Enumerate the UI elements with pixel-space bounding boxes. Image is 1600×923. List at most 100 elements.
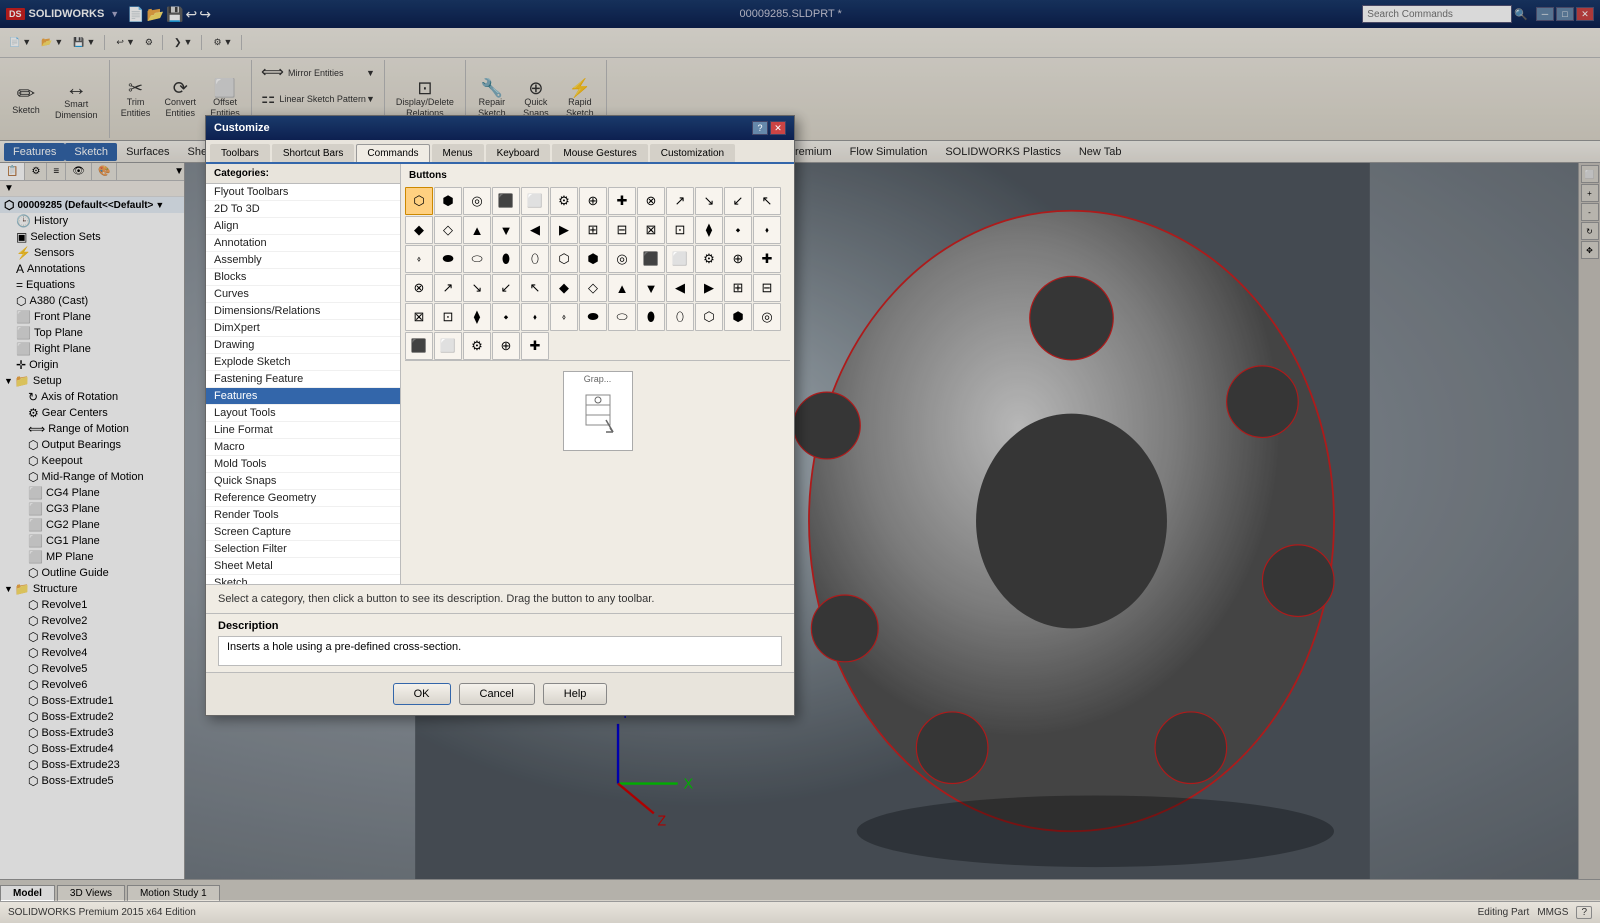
- dtab-keyboard[interactable]: Keyboard: [486, 144, 551, 162]
- category-item[interactable]: Blocks: [206, 269, 400, 286]
- dtab-toolbars[interactable]: Toolbars: [210, 144, 270, 162]
- category-item[interactable]: 2D To 3D: [206, 201, 400, 218]
- category-item[interactable]: Dimensions/Relations: [206, 303, 400, 320]
- toolbar-button-icon[interactable]: ◎: [608, 245, 636, 273]
- toolbar-button-icon[interactable]: ⧫: [695, 216, 723, 244]
- toolbar-button-icon[interactable]: ⊗: [405, 274, 433, 302]
- cancel-button[interactable]: Cancel: [459, 683, 535, 705]
- toolbar-button-icon[interactable]: ⊕: [724, 245, 752, 273]
- category-item[interactable]: Sheet Metal: [206, 558, 400, 575]
- category-item[interactable]: Fastening Feature: [206, 371, 400, 388]
- toolbar-button-icon[interactable]: ▲: [463, 216, 491, 244]
- toolbar-button-icon[interactable]: ⊗: [637, 187, 665, 215]
- help-icon[interactable]: ?: [1576, 906, 1592, 919]
- category-item[interactable]: Macro: [206, 439, 400, 456]
- dtab-customization[interactable]: Customization: [650, 144, 735, 162]
- toolbar-button-icon[interactable]: ✚: [521, 332, 549, 360]
- toolbar-button-icon[interactable]: ◎: [463, 187, 491, 215]
- toolbar-button-icon[interactable]: ◆: [550, 274, 578, 302]
- toolbar-button-icon[interactable]: ⚙: [695, 245, 723, 273]
- toolbar-button-icon[interactable]: ⊡: [666, 216, 694, 244]
- toolbar-button-icon[interactable]: ↙: [724, 187, 752, 215]
- toolbar-button-icon[interactable]: ◇: [579, 274, 607, 302]
- category-item[interactable]: Sketch: [206, 575, 400, 584]
- toolbar-button-icon[interactable]: ⬜: [434, 332, 462, 360]
- toolbar-button-icon[interactable]: ⬡: [695, 303, 723, 331]
- toolbar-button-icon[interactable]: ⊕: [492, 332, 520, 360]
- toolbar-button-icon[interactable]: ⬮: [492, 245, 520, 273]
- toolbar-button-icon[interactable]: ⚙: [463, 332, 491, 360]
- toolbar-button-icon[interactable]: ⊠: [637, 216, 665, 244]
- toolbar-button-icon[interactable]: ⊠: [405, 303, 433, 331]
- toolbar-button-icon[interactable]: ✚: [753, 245, 781, 273]
- category-item[interactable]: Screen Capture: [206, 524, 400, 541]
- toolbar-button-icon[interactable]: ◀: [521, 216, 549, 244]
- toolbar-button-icon[interactable]: ⬭: [608, 303, 636, 331]
- category-item[interactable]: Explode Sketch: [206, 354, 400, 371]
- toolbar-button-icon[interactable]: ⧫: [463, 303, 491, 331]
- toolbar-button-icon[interactable]: ▼: [492, 216, 520, 244]
- toolbar-button-icon[interactable]: ⬡: [405, 187, 433, 215]
- toolbar-button-icon[interactable]: ⬛: [492, 187, 520, 215]
- toolbar-button-icon[interactable]: ⬫: [405, 245, 433, 273]
- category-item[interactable]: Mold Tools: [206, 456, 400, 473]
- toolbar-button-icon[interactable]: ↖: [753, 187, 781, 215]
- toolbar-button-icon[interactable]: ⬪: [753, 216, 781, 244]
- toolbar-button-icon[interactable]: ⬫: [550, 303, 578, 331]
- category-item[interactable]: Reference Geometry: [206, 490, 400, 507]
- toolbar-button-icon[interactable]: ⊞: [579, 216, 607, 244]
- toolbar-button-icon[interactable]: ◀: [666, 274, 694, 302]
- dtab-commands[interactable]: Commands: [356, 144, 429, 162]
- toolbar-button-icon[interactable]: ◇: [434, 216, 462, 244]
- toolbar-button-icon[interactable]: ◎: [753, 303, 781, 331]
- toolbar-button-icon[interactable]: ⬬: [579, 303, 607, 331]
- toolbar-button-icon[interactable]: ⬩: [492, 303, 520, 331]
- toolbar-button-icon[interactable]: ⊟: [608, 216, 636, 244]
- category-item[interactable]: Curves: [206, 286, 400, 303]
- toolbar-button-icon[interactable]: ◆: [405, 216, 433, 244]
- toolbar-button-icon[interactable]: ⊡: [434, 303, 462, 331]
- toolbar-button-icon[interactable]: ⬜: [666, 245, 694, 273]
- toolbar-button-icon[interactable]: ⬩: [724, 216, 752, 244]
- toolbar-button-icon[interactable]: ↗: [666, 187, 694, 215]
- toolbar-button-icon[interactable]: ⊞: [724, 274, 752, 302]
- toolbar-button-icon[interactable]: ▶: [695, 274, 723, 302]
- toolbar-button-icon[interactable]: ⊕: [579, 187, 607, 215]
- toolbar-button-icon[interactable]: ⬛: [405, 332, 433, 360]
- category-item[interactable]: Line Format: [206, 422, 400, 439]
- toolbar-button-icon[interactable]: ⬢: [724, 303, 752, 331]
- toolbar-button-icon[interactable]: ↙: [492, 274, 520, 302]
- toolbar-button-icon[interactable]: ⚙: [550, 187, 578, 215]
- toolbar-button-icon[interactable]: ↖: [521, 274, 549, 302]
- category-item[interactable]: Annotation: [206, 235, 400, 252]
- dtab-menus[interactable]: Menus: [432, 144, 484, 162]
- toolbar-button-icon[interactable]: ⬡: [550, 245, 578, 273]
- category-item[interactable]: Quick Snaps: [206, 473, 400, 490]
- toolbar-button-icon[interactable]: ⬢: [579, 245, 607, 273]
- toolbar-button-icon[interactable]: ⊟: [753, 274, 781, 302]
- toolbar-button-icon[interactable]: ✚: [608, 187, 636, 215]
- dialog-close-button[interactable]: ✕: [770, 121, 786, 135]
- toolbar-button-icon[interactable]: ⬯: [666, 303, 694, 331]
- category-item[interactable]: Flyout Toolbars: [206, 184, 400, 201]
- toolbar-button-icon[interactable]: ▶: [550, 216, 578, 244]
- category-item[interactable]: DimXpert: [206, 320, 400, 337]
- category-item[interactable]: Layout Tools: [206, 405, 400, 422]
- dtab-mouse-gestures[interactable]: Mouse Gestures: [552, 144, 647, 162]
- toolbar-button-icon[interactable]: ⬬: [434, 245, 462, 273]
- dtab-shortcut-bars[interactable]: Shortcut Bars: [272, 144, 355, 162]
- toolbar-button-icon[interactable]: ↗: [434, 274, 462, 302]
- toolbar-button-icon[interactable]: ⬭: [463, 245, 491, 273]
- toolbar-button-icon[interactable]: ⬜: [521, 187, 549, 215]
- toolbar-button-icon[interactable]: ⬮: [637, 303, 665, 331]
- category-item[interactable]: Render Tools: [206, 507, 400, 524]
- category-item[interactable]: Drawing: [206, 337, 400, 354]
- category-item[interactable]: Features: [206, 388, 400, 405]
- category-item[interactable]: Align: [206, 218, 400, 235]
- dialog-help-button[interactable]: ?: [752, 121, 768, 135]
- toolbar-button-icon[interactable]: ⬢: [434, 187, 462, 215]
- toolbar-button-icon[interactable]: ↘: [463, 274, 491, 302]
- help-button[interactable]: Help: [543, 683, 608, 705]
- toolbar-button-icon[interactable]: ⬪: [521, 303, 549, 331]
- toolbar-button-icon[interactable]: ⬛: [637, 245, 665, 273]
